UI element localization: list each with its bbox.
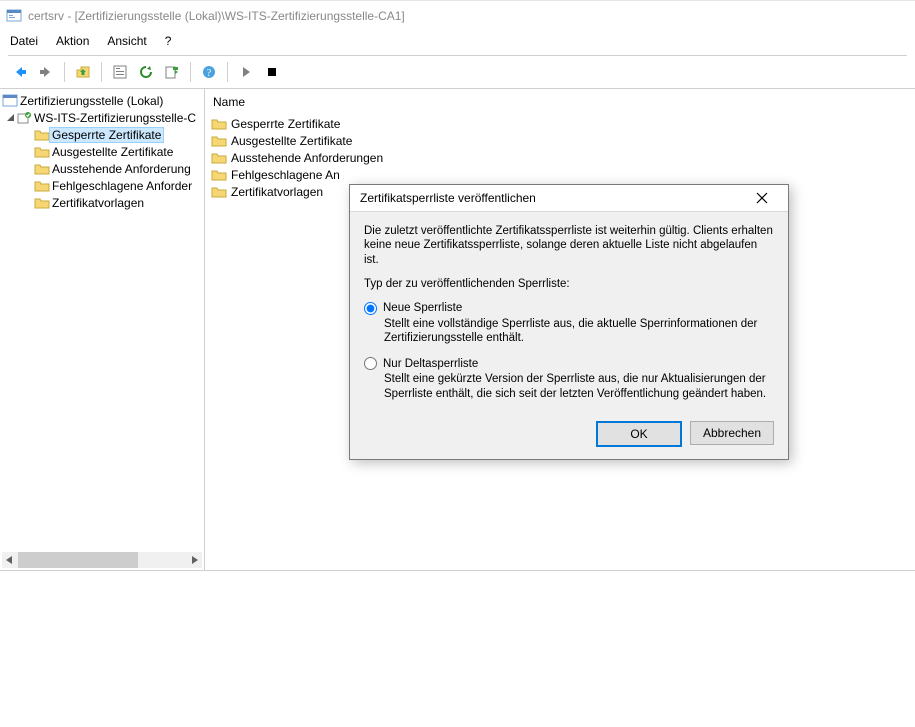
toolbar-separator [101,62,102,82]
ca-icon [16,110,32,126]
tree-item-failed[interactable]: Fehlgeschlagene Anforder [0,177,204,194]
radio-delta-crl-desc: Stellt eine gekürzte Version der Sperrli… [384,372,774,401]
toolbar: ? [0,56,915,88]
folder-icon [211,150,227,166]
list-item-label: Fehlgeschlagene An [231,168,340,182]
cancel-button[interactable]: Abbrechen [690,421,774,445]
nav-forward-button[interactable] [34,60,58,84]
horizontal-scrollbar[interactable] [2,552,202,568]
radio-new-crl-label: Neue Sperrliste [383,302,462,314]
tree-item-label: Gesperrte Zertifikate [50,128,163,142]
radio-delta-crl-label: Nur Deltasperrliste [383,358,478,370]
scroll-thumb[interactable] [18,552,138,568]
radio-delta-crl-input[interactable] [364,357,377,370]
publish-crl-dialog: Zertifikatsperrliste veröffentlichen Die… [349,184,789,460]
dialog-type-label: Typ der zu veröffentlichenden Sperrliste… [364,277,774,291]
tree-item-pending[interactable]: Ausstehende Anforderung [0,160,204,177]
toolbar-separator [227,62,228,82]
tree-root-label: Zertifizierungsstelle (Lokal) [18,94,165,108]
folder-icon [34,127,50,143]
folder-icon [211,184,227,200]
svg-text:?: ? [207,68,212,79]
tree-item-label: Ausgestellte Zertifikate [50,145,175,159]
tree-pane: Zertifizierungsstelle (Lokal) WS-ITS-Zer… [0,89,205,570]
stop-button[interactable] [260,60,284,84]
folder-icon [211,167,227,183]
scroll-track[interactable] [18,552,186,568]
ok-button[interactable]: OK [596,421,682,447]
properties-button[interactable] [108,60,132,84]
folder-icon [211,133,227,149]
scroll-left-icon[interactable] [2,552,18,568]
window-title: certsrv - [Zertifizierungsstelle (Lokal)… [28,9,405,23]
folder-icon [34,178,50,194]
list-item-label: Gesperrte Zertifikate [231,117,340,131]
menu-bar: Datei Aktion Ansicht ? [0,31,915,55]
dialog-titlebar: Zertifikatsperrliste veröffentlichen [350,185,788,211]
tree-ca-label: WS-ITS-Zertifizierungsstelle-C [32,111,198,125]
list-item-label: Ausstehende Anforderungen [231,151,383,165]
folder-icon [34,161,50,177]
radio-new-crl-input[interactable] [364,302,377,315]
dialog-body: Die zuletzt veröffentlichte Zertifikatss… [350,211,788,459]
list-item[interactable]: Ausstehende Anforderungen [211,149,909,166]
folder-icon [34,144,50,160]
tree-item-issued[interactable]: Ausgestellte Zertifikate [0,143,204,160]
list-item-label: Zertifikatvorlagen [231,185,323,199]
close-button[interactable] [742,185,782,211]
radio-delta-crl[interactable]: Nur Deltasperrliste [364,357,774,370]
tree-item-templates[interactable]: Zertifikatvorlagen [0,194,204,211]
tree-ca[interactable]: WS-ITS-Zertifizierungsstelle-C [0,109,204,126]
list-item[interactable]: Gesperrte Zertifikate [211,115,909,132]
dialog-intro-text: Die zuletzt veröffentlichte Zertifikatss… [364,224,774,267]
dialog-title: Zertifikatsperrliste veröffentlichen [360,191,536,205]
play-button[interactable] [234,60,258,84]
toolbar-separator [190,62,191,82]
toolbar-separator [64,62,65,82]
tree-item-revoked[interactable]: Gesperrte Zertifikate [0,126,204,143]
scroll-right-icon[interactable] [186,552,202,568]
tree-item-label: Fehlgeschlagene Anforder [50,179,194,193]
status-bar [0,571,915,593]
refresh-button[interactable] [134,60,158,84]
tree-root[interactable]: Zertifizierungsstelle (Lokal) [0,92,204,109]
list-item[interactable]: Fehlgeschlagene An [211,166,909,183]
radio-new-crl-desc: Stellt eine vollständige Sperrliste aus,… [384,317,774,346]
list-item-label: Ausgestellte Zertifikate [231,134,352,148]
folder-icon [211,116,227,132]
title-bar: certsrv - [Zertifizierungsstelle (Lokal)… [0,1,915,31]
menu-file[interactable]: Datei [10,34,38,48]
export-button[interactable] [160,60,184,84]
app-icon [6,8,22,24]
tree-item-label: Ausstehende Anforderung [50,162,193,176]
menu-help[interactable]: ? [165,34,172,48]
help-button[interactable]: ? [197,60,221,84]
tree-item-label: Zertifikatvorlagen [50,196,146,210]
nav-back-button[interactable] [8,60,32,84]
menu-action[interactable]: Aktion [56,34,89,48]
column-header-name[interactable]: Name [211,93,909,115]
certsrv-icon [2,93,18,109]
list-item[interactable]: Ausgestellte Zertifikate [211,132,909,149]
up-button[interactable] [71,60,95,84]
menu-view[interactable]: Ansicht [107,34,146,48]
folder-icon [34,195,50,211]
expand-icon[interactable] [4,113,16,122]
radio-new-crl[interactable]: Neue Sperrliste [364,302,774,315]
